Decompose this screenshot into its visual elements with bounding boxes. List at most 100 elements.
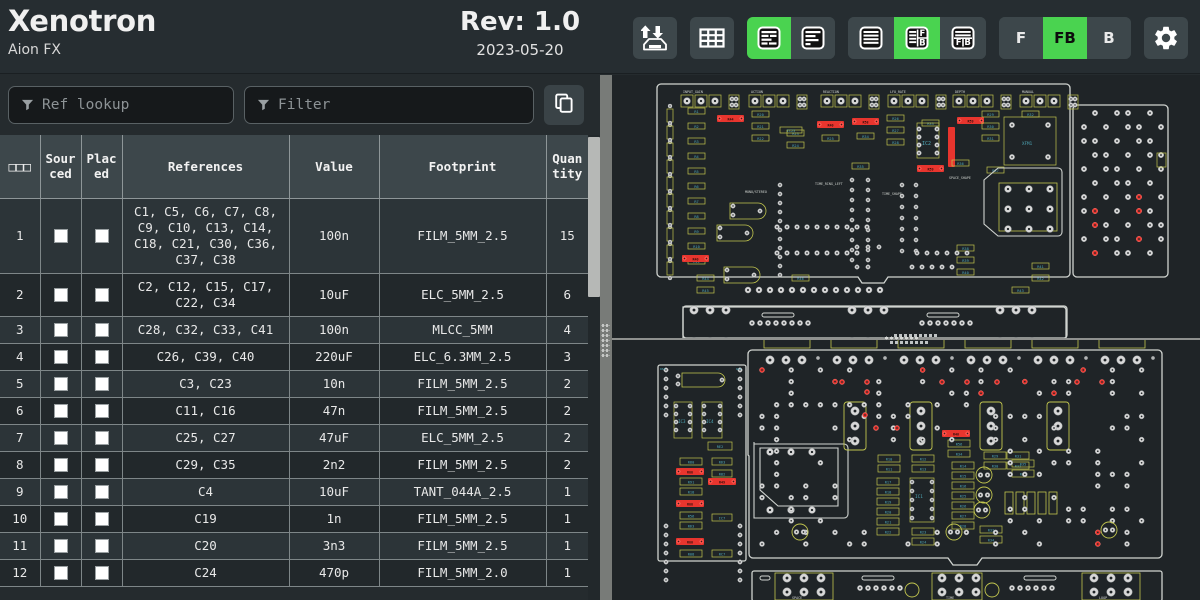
cell-value[interactable]: 3n3 [289, 532, 380, 560]
sourced-checkbox[interactable] [53, 566, 68, 580]
cell-value[interactable]: 2n2 [289, 451, 380, 479]
copy-to-clipboard-button[interactable] [544, 85, 584, 125]
cell-references[interactable]: C24 [122, 559, 290, 587]
sourced-checkbox[interactable] [53, 458, 68, 472]
cell-footprint[interactable]: FILM_5MM_2.5 [379, 505, 547, 533]
column-header-value[interactable]: Value [289, 135, 380, 199]
table-row[interactable]: 2 C2, C12, C15, C17, C22, C34 10uF ELC_5MM_… [0, 273, 588, 317]
sourced-checkbox[interactable] [53, 431, 68, 445]
cell-references[interactable]: C3, C23 [122, 370, 290, 398]
cell-footprint[interactable]: FILM_5MM_2.5 [379, 198, 547, 274]
cell-value[interactable]: 10n [289, 370, 380, 398]
cell-references[interactable]: C28, C32, C33, C41 [122, 316, 290, 344]
row-number: 11 [0, 532, 41, 560]
placed-checkbox[interactable] [94, 539, 109, 553]
table-row[interactable]: 12 C24 470p FILM_5MM_2.0 1 [0, 559, 588, 587]
save-load-button[interactable] [633, 17, 677, 59]
bom-grouped-button[interactable] [747, 17, 791, 59]
placed-checkbox[interactable] [94, 566, 109, 580]
sourced-checkbox[interactable] [53, 323, 68, 337]
placed-checkbox[interactable] [94, 323, 109, 337]
bom-ungrouped-button[interactable] [791, 17, 835, 59]
cell-references[interactable]: C1, C5, C6, C7, C8, C9, C10, C13, C14, C… [122, 198, 290, 274]
table-row[interactable]: 1 C1, C5, C6, C7, C8, C9, C10, C13, C14, … [0, 198, 588, 274]
table-row[interactable]: 9 C4 10uF TANT_044A_2.5 1 [0, 478, 588, 506]
grid-view-button[interactable] [690, 17, 734, 59]
table-row[interactable]: 11 C20 3n3 FILM_5MM_2.5 1 [0, 532, 588, 560]
cell-value[interactable]: 47n [289, 397, 380, 425]
sourced-checkbox[interactable] [53, 539, 68, 553]
layout-bom-only-icon [858, 25, 884, 51]
cell-value[interactable]: 470p [289, 559, 380, 587]
cell-value[interactable]: 220uF [289, 343, 380, 371]
placed-checkbox[interactable] [94, 350, 109, 364]
layout-top-bottom-button[interactable]: F B [940, 17, 986, 59]
ref-lookup-input[interactable]: Ref lookup [8, 86, 234, 124]
column-header-checkbox-glyphs[interactable]: □□□ [0, 135, 41, 199]
cell-references[interactable]: C19 [122, 505, 290, 533]
cell-references[interactable]: C20 [122, 532, 290, 560]
placed-checkbox[interactable] [94, 485, 109, 499]
side-front-button[interactable]: F [999, 17, 1043, 59]
cell-footprint[interactable]: ELC_5MM_2.5 [379, 273, 547, 317]
cell-value[interactable]: 47uF [289, 424, 380, 452]
cell-references[interactable]: C4 [122, 478, 290, 506]
table-row[interactable]: 7 C25, C27 47uF ELC_5MM_2.5 2 [0, 424, 588, 452]
cell-value[interactable]: 100n [289, 316, 380, 344]
pcb-front-view[interactable]: INPUT_GAIN ACTION REACTION LFO_RATE DEPTH MAN… [612, 75, 1200, 338]
cell-references[interactable]: C25, C27 [122, 424, 290, 452]
sourced-checkbox[interactable] [53, 512, 68, 526]
cell-footprint[interactable]: ELC_6.3MM_2.5 [379, 343, 547, 371]
settings-button[interactable] [1144, 17, 1188, 59]
sourced-checkbox[interactable] [53, 350, 68, 364]
sourced-checkbox[interactable] [53, 288, 68, 302]
table-row[interactable]: 5 C3, C23 10n FILM_5MM_2.5 2 [0, 370, 588, 398]
sourced-checkbox[interactable] [53, 485, 68, 499]
cell-references[interactable]: C11, C16 [122, 397, 290, 425]
placed-checkbox[interactable] [94, 229, 109, 243]
table-row[interactable]: 10 C19 1n FILM_5MM_2.5 1 [0, 505, 588, 533]
bom-scrollbar-thumb[interactable] [588, 137, 600, 297]
side-back-button[interactable]: B [1087, 17, 1131, 59]
placed-checkbox[interactable] [94, 458, 109, 472]
table-row[interactable]: 8 C29, C35 2n2 FILM_5MM_2.5 2 [0, 451, 588, 479]
cell-footprint[interactable]: FILM_5MM_2.0 [379, 559, 547, 587]
filter-input[interactable]: Filter [244, 86, 534, 124]
cell-references[interactable]: C29, C35 [122, 451, 290, 479]
cell-value[interactable]: 10uF [289, 478, 380, 506]
placed-checkbox[interactable] [94, 404, 109, 418]
placed-checkbox[interactable] [94, 512, 109, 526]
placed-checkbox[interactable] [94, 431, 109, 445]
cell-footprint[interactable]: FILM_5MM_2.5 [379, 370, 547, 398]
cell-footprint[interactable]: FILM_5MM_2.5 [379, 397, 547, 425]
cell-value[interactable]: 100n [289, 198, 380, 274]
cell-footprint[interactable]: ELC_5MM_2.5 [379, 424, 547, 452]
placed-checkbox[interactable] [94, 377, 109, 391]
cell-footprint[interactable]: FILM_5MM_2.5 [379, 451, 547, 479]
sourced-checkbox[interactable] [53, 377, 68, 391]
column-header-sourced[interactable]: Sourced [40, 135, 82, 199]
placed-checkbox[interactable] [94, 288, 109, 302]
cell-footprint[interactable]: TANT_044A_2.5 [379, 478, 547, 506]
column-header-footprint[interactable]: Footprint [379, 135, 547, 199]
pane-splitter[interactable] [600, 75, 612, 600]
layout-left-right-button[interactable]: F B [894, 17, 940, 59]
sourced-checkbox[interactable] [53, 229, 68, 243]
sourced-checkbox[interactable] [53, 404, 68, 418]
table-row[interactable]: 6 C11, C16 47n FILM_5MM_2.5 2 [0, 397, 588, 425]
side-front-back-button[interactable]: FB [1043, 17, 1087, 59]
cell-footprint[interactable]: MLCC_5MM [379, 316, 547, 344]
column-header-placed[interactable]: Placed [81, 135, 123, 199]
cell-value[interactable]: 1n [289, 505, 380, 533]
table-row[interactable]: 3 C28, C32, C33, C41 100n MLCC_5MM 4 [0, 316, 588, 344]
cell-value[interactable]: 10uF [289, 273, 380, 317]
table-row[interactable]: 4 C26, C39, C40 220uF ELC_6.3MM_2.5 3 [0, 343, 588, 371]
cell-references[interactable]: C26, C39, C40 [122, 343, 290, 371]
column-header-quantity[interactable]: Quantity [546, 135, 588, 199]
column-header-references[interactable]: References [122, 135, 290, 199]
cell-footprint[interactable]: FILM_5MM_2.5 [379, 532, 547, 560]
layout-bom-only-button[interactable] [848, 17, 894, 59]
pcb-canvas-pane[interactable]: INPUT_GAIN ACTION REACTION LFO_RATE DEPTH MAN… [612, 75, 1200, 600]
cell-references[interactable]: C2, C12, C15, C17, C22, C34 [122, 273, 290, 317]
pcb-back-view[interactable]: IC3 IC4 RE2 R80 R63 R88 R91 R82 R49 R18 R88 R56 R63 I… [612, 340, 1200, 600]
